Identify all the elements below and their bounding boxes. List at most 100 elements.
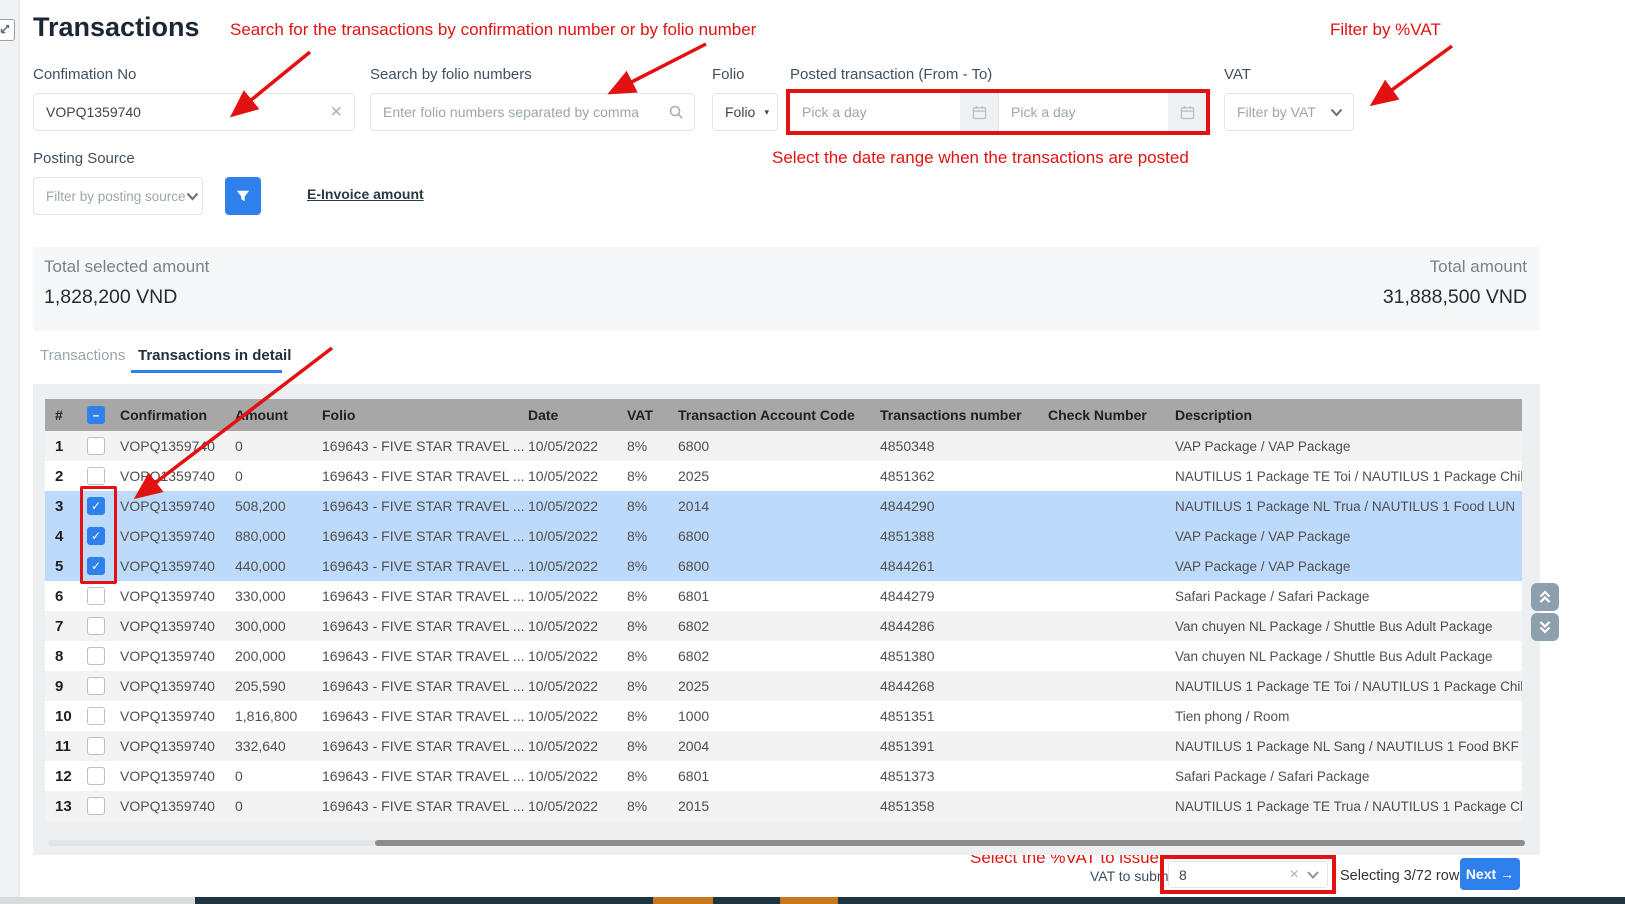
chevron-down-icon bbox=[1330, 108, 1343, 117]
table-row[interactable]: 3 ✓ VOPQ1359740 508,200 169643 - FIVE ST… bbox=[45, 491, 1522, 521]
collapse-panel-button[interactable] bbox=[0, 19, 15, 41]
row-checkbox[interactable] bbox=[87, 797, 105, 815]
posted-date-range-highlight: Pick a day Pick a day bbox=[786, 89, 1210, 135]
row-checkbox[interactable] bbox=[87, 677, 105, 695]
col-check-number: Check Number bbox=[1048, 407, 1175, 423]
scroll-to-top-button[interactable] bbox=[1531, 583, 1559, 611]
calendar-icon[interactable] bbox=[1168, 93, 1206, 131]
page-title: Transactions bbox=[33, 12, 200, 43]
col-amount: Amount bbox=[235, 407, 322, 423]
einvoice-amount-link[interactable]: E-Invoice amount bbox=[307, 186, 424, 202]
folio-search-input-wrap bbox=[370, 93, 695, 131]
transactions-page: Transactions Search for the transactions… bbox=[0, 0, 1625, 904]
posting-source-dropdown[interactable]: Filter by posting source bbox=[33, 177, 203, 215]
date-from-input[interactable]: Pick a day bbox=[790, 93, 998, 131]
vat-label: VAT bbox=[1224, 66, 1251, 83]
folio-dropdown-value: Folio bbox=[713, 104, 755, 120]
arrow-right-icon: → bbox=[1500, 866, 1514, 882]
checkbox-selection-highlight bbox=[80, 486, 117, 584]
col-account-code: Transaction Account Code bbox=[678, 407, 880, 423]
bottom-edge-strip bbox=[653, 897, 713, 904]
folio-dropdown[interactable]: Folio ▾ bbox=[712, 93, 778, 131]
row-checkbox[interactable] bbox=[87, 737, 105, 755]
table-header-row: # – Confirmation Amount Folio Date VAT T… bbox=[45, 399, 1522, 431]
table-row[interactable]: 2 VOPQ1359740 0 169643 - FIVE STAR TRAVE… bbox=[45, 461, 1522, 491]
row-checkbox[interactable] bbox=[87, 647, 105, 665]
row-checkbox[interactable] bbox=[87, 467, 105, 485]
folio-search-label: Search by folio numbers bbox=[370, 66, 532, 83]
table-row[interactable]: 10 VOPQ1359740 1,816,800 169643 - FIVE S… bbox=[45, 701, 1522, 731]
table-row[interactable]: 6 VOPQ1359740 330,000 169643 - FIVE STAR… bbox=[45, 581, 1522, 611]
date-to-input[interactable]: Pick a day bbox=[998, 93, 1206, 131]
bottom-edge-strip bbox=[780, 897, 838, 904]
summary-band: Total selected amount 1,828,200 VND Tota… bbox=[33, 247, 1540, 331]
vat-filter-dropdown[interactable]: Filter by VAT bbox=[1224, 93, 1354, 131]
date-from-placeholder: Pick a day bbox=[790, 104, 867, 120]
bottom-edge-strip bbox=[0, 897, 195, 904]
diagonal-arrow-icon bbox=[0, 24, 10, 36]
vat-filter-placeholder: Filter by VAT bbox=[1225, 104, 1316, 120]
horizontal-scrollbar-thumb[interactable] bbox=[375, 840, 1525, 846]
clear-confirmation-icon[interactable]: × bbox=[330, 102, 342, 122]
transactions-table-container: # – Confirmation Amount Folio Date VAT T… bbox=[33, 384, 1540, 855]
annotation-date-range-hint: Select the date range when the transacti… bbox=[772, 148, 1189, 168]
confirmation-label: Confimation No bbox=[33, 66, 136, 83]
window-left-strip bbox=[0, 0, 20, 897]
calendar-icon[interactable] bbox=[960, 93, 998, 131]
folio-label: Folio bbox=[712, 66, 745, 83]
bottom-edge-strip bbox=[195, 897, 653, 904]
row-checkbox[interactable] bbox=[87, 437, 105, 455]
col-description: Description bbox=[1175, 407, 1522, 423]
transactions-table: # – Confirmation Amount Folio Date VAT T… bbox=[45, 399, 1522, 821]
table-body: 1 VOPQ1359740 0 169643 - FIVE STAR TRAVE… bbox=[45, 431, 1522, 821]
col-confirmation: Confirmation bbox=[120, 407, 235, 423]
table-row[interactable]: 9 VOPQ1359740 205,590 169643 - FIVE STAR… bbox=[45, 671, 1522, 701]
row-checkbox[interactable] bbox=[87, 617, 105, 635]
bottom-edge-strip bbox=[713, 897, 780, 904]
row-checkbox[interactable] bbox=[87, 707, 105, 725]
date-to-placeholder: Pick a day bbox=[999, 104, 1076, 120]
funnel-icon bbox=[236, 189, 250, 203]
double-chevron-down-icon bbox=[1537, 619, 1553, 635]
table-row[interactable]: 5 ✓ VOPQ1359740 440,000 169643 - FIVE ST… bbox=[45, 551, 1522, 581]
bottom-edge-strip bbox=[838, 897, 1625, 904]
selecting-rows-status: Selecting 3/72 rows bbox=[1340, 868, 1467, 884]
table-row[interactable]: 8 VOPQ1359740 200,000 169643 - FIVE STAR… bbox=[45, 641, 1522, 671]
tab-transactions-in-detail[interactable]: Transactions in detail bbox=[138, 347, 291, 364]
vat-select-highlight bbox=[1160, 855, 1336, 894]
table-row[interactable]: 13 VOPQ1359740 0 169643 - FIVE STAR TRAV… bbox=[45, 791, 1522, 821]
next-button[interactable]: Next → bbox=[1460, 858, 1520, 890]
folio-dropdown-caret-icon: ▾ bbox=[764, 107, 769, 118]
row-checkbox[interactable] bbox=[87, 767, 105, 785]
confirmation-input-wrap: × bbox=[33, 93, 355, 131]
total-selected-label: Total selected amount bbox=[44, 257, 209, 277]
next-button-label: Next bbox=[1466, 866, 1496, 882]
search-icon bbox=[668, 104, 684, 120]
col-date: Date bbox=[528, 407, 627, 423]
apply-filter-button[interactable] bbox=[225, 177, 261, 215]
total-amount-value: 31,888,500 VND bbox=[1383, 286, 1527, 309]
posting-source-label: Posting Source bbox=[33, 150, 135, 167]
posting-source-placeholder: Filter by posting source bbox=[34, 189, 186, 204]
table-row[interactable]: 12 VOPQ1359740 0 169643 - FIVE STAR TRAV… bbox=[45, 761, 1522, 791]
table-row[interactable]: 1 VOPQ1359740 0 169643 - FIVE STAR TRAVE… bbox=[45, 431, 1522, 461]
row-checkbox[interactable] bbox=[87, 587, 105, 605]
select-all-checkbox[interactable]: – bbox=[87, 406, 105, 424]
table-row[interactable]: 7 VOPQ1359740 300,000 169643 - FIVE STAR… bbox=[45, 611, 1522, 641]
table-row[interactable]: 11 VOPQ1359740 332,640 169643 - FIVE STA… bbox=[45, 731, 1522, 761]
col-transactions-number: Transactions number bbox=[880, 407, 1048, 423]
scroll-to-bottom-button[interactable] bbox=[1531, 613, 1559, 641]
table-row[interactable]: 4 ✓ VOPQ1359740 880,000 169643 - FIVE ST… bbox=[45, 521, 1522, 551]
confirmation-input[interactable] bbox=[34, 104, 330, 120]
tab-transactions[interactable]: Transactions bbox=[40, 347, 125, 364]
col-folio: Folio bbox=[322, 407, 528, 423]
col-select-all: – bbox=[78, 406, 120, 424]
chevron-down-icon bbox=[186, 192, 199, 201]
col-index: # bbox=[45, 407, 78, 423]
total-selected-value: 1,828,200 VND bbox=[44, 286, 209, 309]
folio-search-input[interactable] bbox=[371, 104, 668, 120]
total-amount-label: Total amount bbox=[1383, 257, 1527, 277]
posted-transaction-label: Posted transaction (From - To) bbox=[790, 66, 992, 83]
annotation-vat-filter-hint: Filter by %VAT bbox=[1330, 20, 1441, 40]
double-chevron-up-icon bbox=[1537, 589, 1553, 605]
